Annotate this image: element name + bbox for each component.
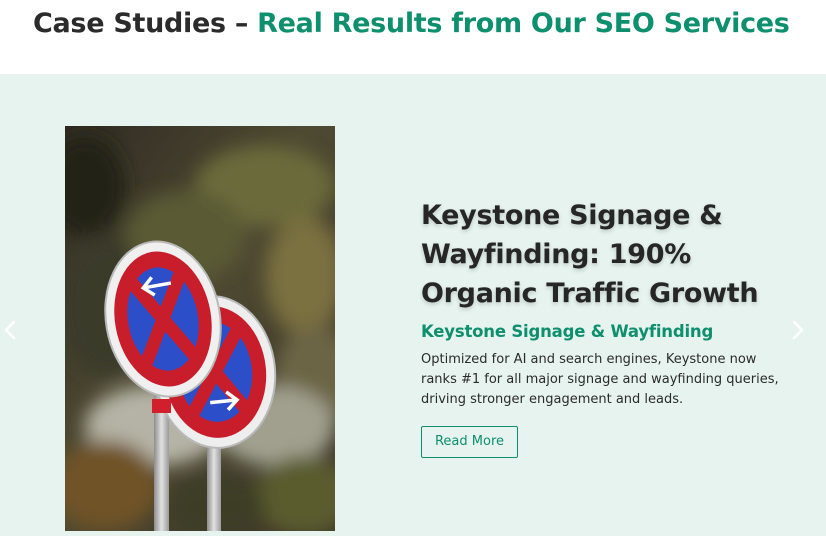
slider-next-button[interactable] [788,316,808,344]
chevron-right-icon [792,320,804,340]
case-study-client-name: Keystone Signage & Wayfinding [421,322,714,341]
case-study-description: Optimized for AI and search engines, Key… [421,352,779,407]
page-header: Case Studies – Real Results from Our SEO… [0,0,826,74]
case-study-image [65,126,335,531]
case-study-slider: Keystone Signage & Wayfinding: 190% Orga… [0,74,826,536]
no-parking-signs-photo [65,126,335,531]
page-title: Case Studies – Real Results from Our SEO… [33,6,790,42]
case-study-content: Keystone Signage & Wayfinding: 190% Orga… [421,196,801,458]
read-more-button[interactable]: Read More [421,426,518,458]
chevron-left-icon [4,320,16,340]
page-title-plain: Case Studies – [33,8,258,39]
case-study-heading: Keystone Signage & Wayfinding: 190% Orga… [421,200,759,309]
page-title-accent: Real Results from Our SEO Services [257,8,790,39]
slider-prev-button[interactable] [0,316,20,344]
